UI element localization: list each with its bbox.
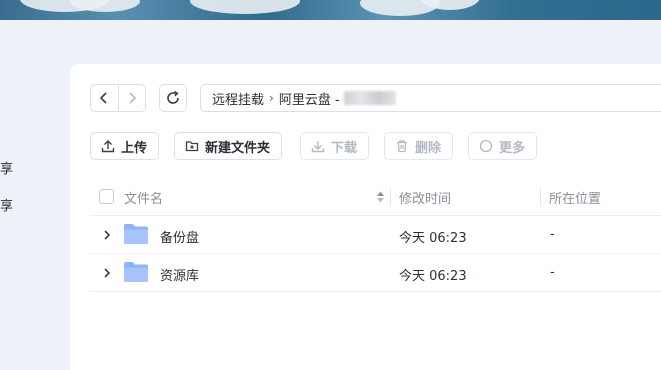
upload-label: 上传	[121, 140, 148, 156]
table-row[interactable]: 备份盘 今天 06:23 -	[90, 216, 661, 254]
expand-chevron-icon[interactable]	[103, 229, 111, 241]
more-button[interactable]: 更多	[468, 132, 538, 160]
breadcrumb[interactable]: 远程挂载 › 阿里云盘 -	[200, 84, 661, 112]
modified-time: 今天 06:23	[399, 231, 467, 246]
file-browser-panel: 远程挂载 › 阿里云盘 - 上传 新建文件夹 下载 删除 更多 文件名 修改时间…	[70, 64, 661, 370]
table-row[interactable]: 资源库 今天 06:23 -	[90, 254, 661, 292]
sidebar-item-label[interactable]: 享	[0, 158, 13, 177]
breadcrumb-item-aliyun[interactable]: 阿里云盘 -	[279, 89, 340, 108]
delete-label: 删除	[415, 140, 442, 156]
folder-icon	[124, 262, 148, 282]
forward-button[interactable]	[117, 85, 146, 111]
new-folder-button[interactable]: 新建文件夹	[174, 132, 283, 160]
expand-chevron-icon[interactable]	[103, 267, 111, 279]
breadcrumb-separator: ›	[269, 91, 274, 105]
breadcrumb-item-remote-mount[interactable]: 远程挂载	[212, 89, 264, 108]
trash-icon	[397, 140, 407, 153]
refresh-icon	[167, 90, 179, 104]
cloud	[190, 0, 300, 14]
redacted-text	[343, 91, 396, 105]
column-divider[interactable]	[390, 188, 391, 206]
new-folder-icon	[185, 141, 199, 152]
more-label: 更多	[499, 140, 526, 156]
column-header-modified[interactable]: 修改时间	[399, 188, 451, 207]
download-label: 下载	[331, 140, 358, 156]
sidebar-item-label[interactable]: 享	[0, 195, 13, 214]
upload-icon	[101, 140, 115, 153]
new-folder-label: 新建文件夹	[205, 140, 271, 156]
chevron-right-icon	[129, 92, 136, 104]
background-sky	[0, 0, 661, 20]
file-location: -	[550, 227, 555, 242]
download-icon	[311, 141, 325, 153]
file-table-header: 文件名 修改时间 所在位置	[90, 178, 661, 216]
delete-button[interactable]: 删除	[384, 132, 454, 160]
column-header-name[interactable]: 文件名	[124, 188, 163, 207]
more-icon	[479, 139, 493, 153]
folder-icon	[124, 224, 148, 244]
back-button[interactable]	[91, 85, 118, 111]
sort-icon[interactable]	[376, 190, 385, 204]
modified-time: 今天 06:23	[399, 269, 467, 284]
history-nav	[90, 84, 146, 112]
refresh-button[interactable]	[159, 84, 187, 112]
upload-button[interactable]: 上传	[90, 132, 160, 160]
select-all-checkbox[interactable]	[99, 189, 114, 204]
column-header-location[interactable]: 所在位置	[549, 188, 601, 207]
column-divider[interactable]	[540, 188, 541, 206]
file-location: -	[550, 265, 555, 280]
file-name[interactable]: 备份盘	[160, 227, 199, 246]
chevron-left-icon	[100, 92, 107, 104]
file-name[interactable]: 资源库	[160, 265, 199, 284]
download-button[interactable]: 下载	[300, 132, 370, 160]
